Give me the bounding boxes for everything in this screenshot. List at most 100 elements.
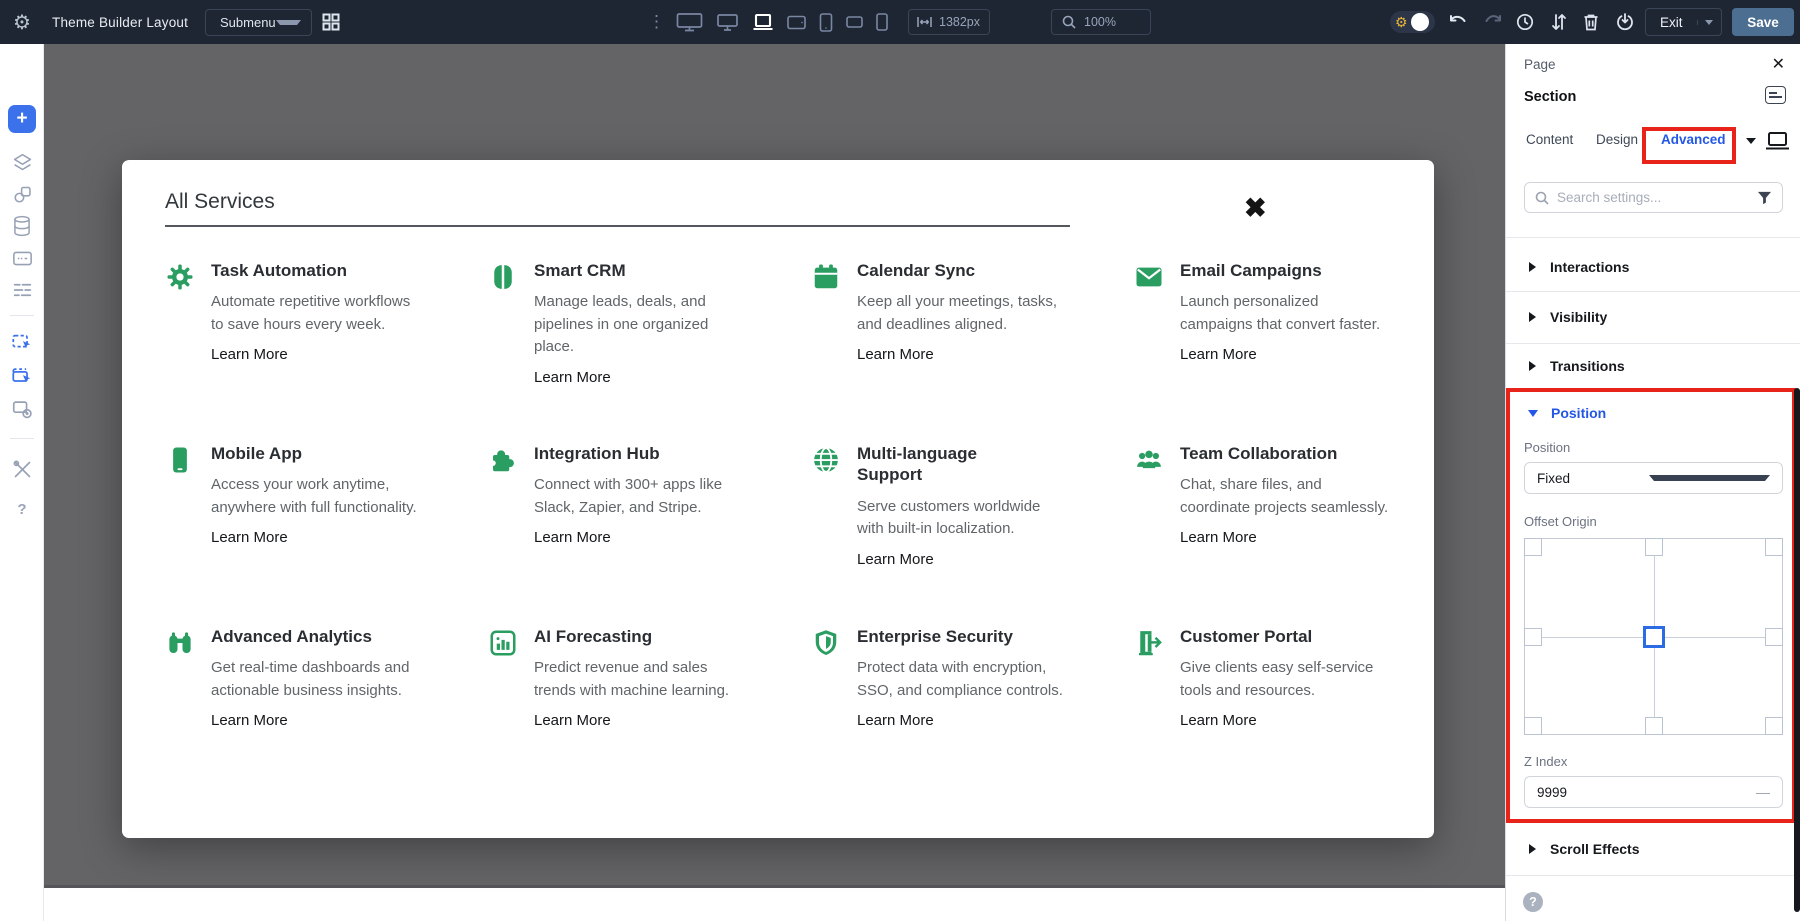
- panel-close-icon[interactable]: ✕: [1772, 54, 1785, 74]
- sidebar-divider: [10, 315, 34, 316]
- section-label: Interactions: [1550, 259, 1629, 275]
- tab-content[interactable]: Content: [1526, 132, 1573, 147]
- tablet-portrait-icon[interactable]: [819, 13, 833, 32]
- tab-advanced[interactable]: Advanced: [1661, 132, 1726, 147]
- binoculars-icon: [165, 628, 195, 658]
- panel-tabs: Content Design Advanced: [1506, 132, 1800, 152]
- service-learn-more-link[interactable]: Learn More: [857, 346, 934, 363]
- origin-handle-middle-left[interactable]: [1524, 628, 1542, 646]
- origin-handle-bottom-right[interactable]: [1765, 717, 1783, 735]
- service-learn-more-link[interactable]: Learn More: [534, 369, 611, 386]
- zoom-magnifier-icon: [1062, 15, 1076, 29]
- service-learn-more-link[interactable]: Learn More: [1180, 712, 1257, 729]
- section-label: Visibility: [1550, 309, 1607, 325]
- select-element-icon[interactable]: [0, 330, 44, 354]
- apps-grid-icon[interactable]: [322, 0, 340, 44]
- section-scroll-effects[interactable]: Scroll Effects: [1506, 839, 1800, 859]
- search-placeholder: Search settings...: [1557, 190, 1757, 205]
- service-learn-more-link[interactable]: Learn More: [857, 551, 934, 568]
- exit-button[interactable]: Exit: [1646, 15, 1697, 30]
- filter-icon[interactable]: [1757, 191, 1772, 205]
- service-title: Email Campaigns: [1180, 260, 1362, 281]
- service-learn-more-link[interactable]: Learn More: [211, 529, 288, 546]
- laptop-icon[interactable]: [752, 12, 774, 32]
- redo-icon[interactable]: [1480, 0, 1504, 44]
- section-label: Scroll Effects: [1550, 841, 1639, 857]
- exit-dropdown-button[interactable]: [1697, 20, 1721, 25]
- shapes-icon[interactable]: [0, 182, 44, 206]
- service-card: Team Collaboration Chat, share files, an…: [1134, 443, 1457, 569]
- tab-design[interactable]: Design: [1596, 132, 1638, 147]
- service-description: Give clients easy self-service tools and…: [1180, 657, 1394, 702]
- layers-icon[interactable]: [0, 150, 44, 174]
- offset-origin-widget[interactable]: [1524, 538, 1783, 735]
- sidebar-divider: [10, 438, 34, 439]
- origin-handle-top-right[interactable]: [1765, 538, 1783, 556]
- chevron-down-icon[interactable]: [1746, 138, 1756, 144]
- canvas-width-input[interactable]: 1382px: [908, 9, 990, 35]
- service-description: Connect with 300+ apps like Slack, Zapie…: [534, 474, 748, 519]
- layout-settings-icon[interactable]: [0, 397, 44, 421]
- section-interactions[interactable]: Interactions: [1506, 257, 1800, 277]
- database-icon[interactable]: [0, 214, 44, 238]
- breadcrumb[interactable]: Page: [1524, 57, 1556, 72]
- section-visibility[interactable]: Visibility: [1506, 307, 1800, 327]
- service-card: AI Forecasting Predict revenue and sales…: [488, 626, 811, 730]
- panel-help-icon[interactable]: ?: [1523, 892, 1543, 912]
- help-icon[interactable]: ?: [0, 497, 44, 521]
- zoom-control[interactable]: 100%: [1051, 9, 1151, 35]
- element-settings-icon[interactable]: [1765, 86, 1786, 104]
- service-description: Chat, share files, and coordinate projec…: [1180, 474, 1394, 519]
- desktop-icon[interactable]: [716, 11, 739, 33]
- service-learn-more-link[interactable]: Learn More: [211, 712, 288, 729]
- phone-landscape-icon[interactable]: [846, 16, 863, 28]
- tools-icon[interactable]: [0, 457, 44, 481]
- download-icon[interactable]: [1613, 0, 1637, 44]
- service-learn-more-link[interactable]: Learn More: [534, 712, 611, 729]
- section-transitions[interactable]: Transitions: [1506, 356, 1800, 376]
- service-learn-more-link[interactable]: Learn More: [1180, 346, 1257, 363]
- position-field-label: Position: [1524, 440, 1570, 455]
- submenu-dropdown[interactable]: Submenu: [205, 9, 312, 36]
- save-button[interactable]: Save: [1732, 8, 1794, 36]
- desktop-large-icon[interactable]: [676, 11, 703, 33]
- phone-portrait-icon[interactable]: [876, 13, 888, 31]
- service-learn-more-link[interactable]: Learn More: [211, 346, 288, 363]
- service-learn-more-link[interactable]: Learn More: [1180, 529, 1257, 546]
- section-position[interactable]: Position: [1506, 405, 1796, 421]
- zindex-input[interactable]: 9999 —: [1524, 776, 1783, 808]
- stepper-dash-icon[interactable]: —: [1756, 784, 1770, 800]
- origin-handle-bottom-left[interactable]: [1524, 717, 1542, 735]
- editor-canvas[interactable]: All Services ✖ Task Automation Automate …: [44, 44, 1505, 888]
- list-icon[interactable]: [0, 278, 44, 302]
- form-icon[interactable]: [0, 246, 44, 270]
- add-element-button[interactable]: +: [8, 105, 36, 133]
- origin-handle-middle-right[interactable]: [1765, 628, 1783, 646]
- position-select[interactable]: Fixed: [1524, 462, 1783, 494]
- tablet-landscape-icon[interactable]: [787, 15, 806, 30]
- theme-toggle[interactable]: ⚙: [1390, 11, 1435, 33]
- breakpoint-laptop-icon[interactable]: [1764, 130, 1791, 152]
- zindex-label: Z Index: [1524, 754, 1567, 769]
- origin-handle-bottom-center[interactable]: [1645, 717, 1663, 735]
- service-learn-more-link[interactable]: Learn More: [534, 529, 611, 546]
- chevron-right-icon: [1529, 361, 1536, 371]
- trash-icon[interactable]: [1579, 0, 1603, 44]
- submenu-dropdown-value: Submenu: [220, 15, 276, 30]
- origin-handle-top-center[interactable]: [1645, 538, 1663, 556]
- undo-icon[interactable]: [1446, 0, 1470, 44]
- kebab-menu-icon[interactable]: ⋮: [648, 0, 665, 44]
- section-label: Position: [1551, 405, 1606, 421]
- service-card: Integration Hub Connect with 300+ apps l…: [488, 443, 811, 569]
- service-learn-more-link[interactable]: Learn More: [857, 712, 934, 729]
- close-icon[interactable]: ✖: [1244, 195, 1267, 222]
- settings-gear-icon[interactable]: ⚙: [13, 0, 31, 44]
- settings-search-input[interactable]: Search settings...: [1524, 182, 1783, 213]
- envelope-icon: [1134, 262, 1164, 292]
- panel-scrollbar[interactable]: [1794, 388, 1800, 912]
- history-icon[interactable]: [1513, 0, 1537, 44]
- origin-handle-center-selected[interactable]: [1643, 626, 1665, 648]
- sort-arrows-icon[interactable]: [1547, 0, 1571, 44]
- origin-handle-top-left[interactable]: [1524, 538, 1542, 556]
- select-container-icon[interactable]: [0, 364, 44, 388]
